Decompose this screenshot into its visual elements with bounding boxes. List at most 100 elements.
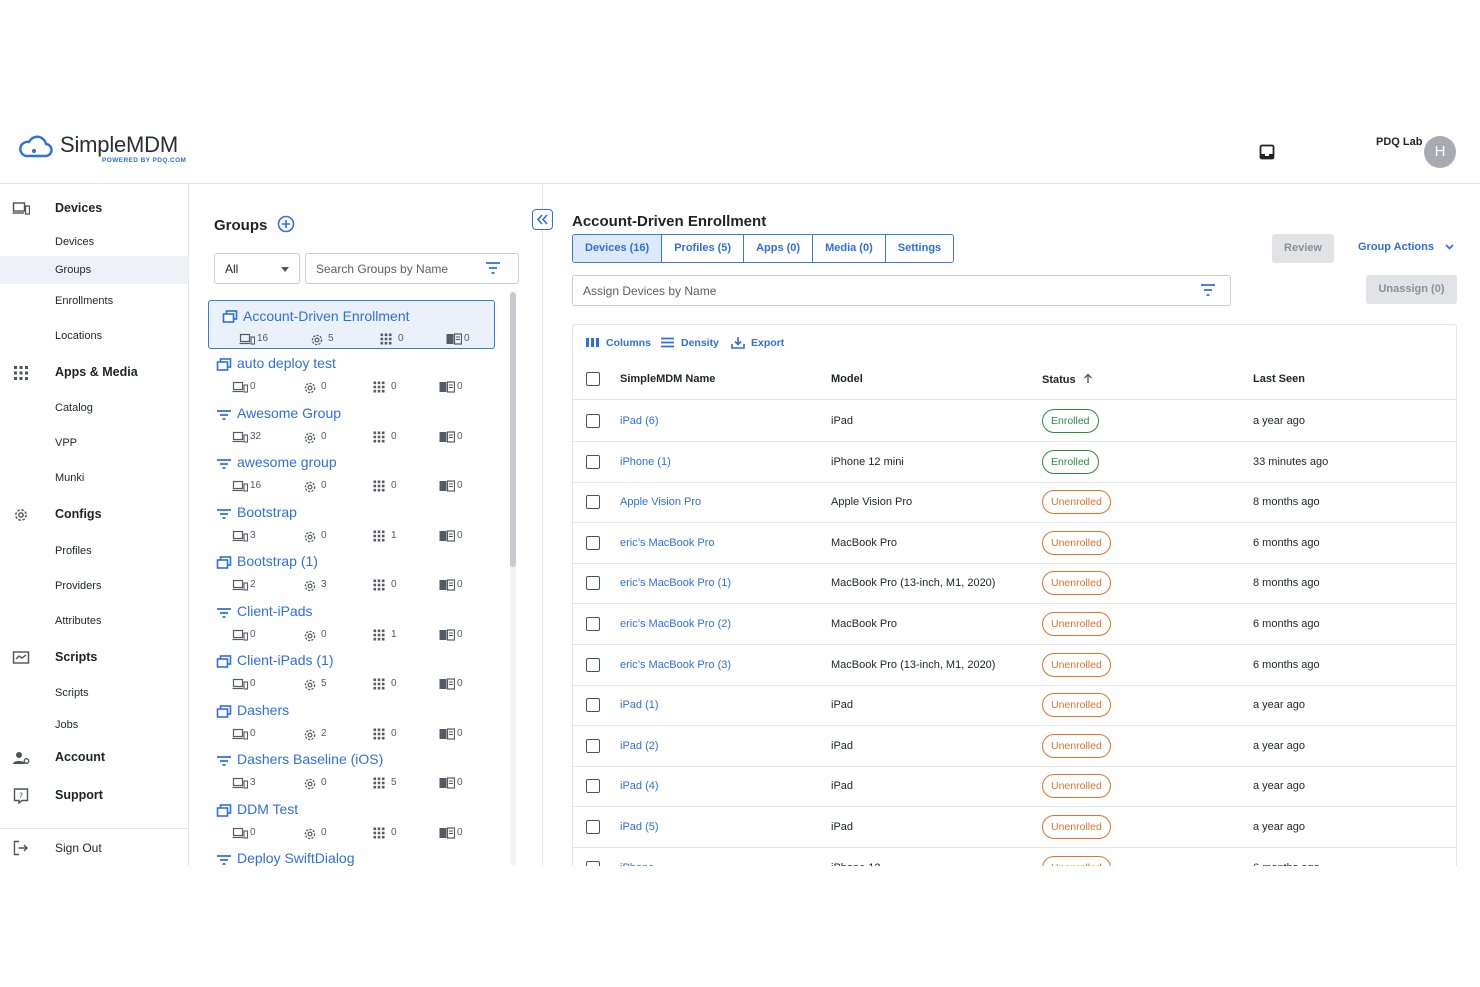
- filter-icon[interactable]: [486, 262, 500, 274]
- columns-label: Columns: [606, 337, 651, 349]
- column-header-status[interactable]: Status: [1042, 373, 1093, 386]
- row-checkbox[interactable]: [586, 779, 600, 794]
- device-name-link[interactable]: iPad (1): [620, 699, 659, 711]
- table-row[interactable]: iPad (6) iPad Enrolled a year ago: [573, 401, 1456, 442]
- sidebar-item-providers[interactable]: Providers: [0, 572, 188, 600]
- device-name-link[interactable]: iPad (5): [620, 821, 659, 833]
- group-list-item[interactable]: Dashers 0 2 0 0: [208, 697, 495, 746]
- device-name-link[interactable]: iPhone (1): [620, 456, 671, 468]
- simplemdm-logo[interactable]: SimpleMDM POWERED BY PDQ.COM: [18, 132, 188, 168]
- table-row[interactable]: eric’s MacBook Pro MacBook Pro Unenrolled 6…: [573, 523, 1456, 564]
- sidebar-item-groups[interactable]: Groups: [0, 256, 188, 284]
- user-avatar[interactable]: H: [1424, 136, 1456, 168]
- table-row[interactable]: iPad (4) iPad Unenrolled a year ago: [573, 766, 1456, 808]
- assign-devices-input[interactable]: [583, 282, 1143, 300]
- table-row[interactable]: eric’s MacBook Pro (1) MacBook Pro (13-in…: [573, 563, 1456, 605]
- sidebar-section-apps-media[interactable]: Apps & Media: [0, 358, 189, 386]
- column-header-name[interactable]: SimpleMDM Name: [620, 373, 715, 385]
- table-row[interactable]: iPad (5) iPad Unenrolled a year ago: [573, 807, 1456, 848]
- group-list-item[interactable]: awesome group 16 0 0 0: [208, 449, 495, 498]
- device-name-link[interactable]: eric’s MacBook Pro: [620, 537, 715, 549]
- devices-table: Columns Density Export SimpleMDM Name Mo…: [572, 324, 1457, 866]
- sidebar-item-munki[interactable]: Munki: [0, 464, 188, 492]
- sidebar-item-vpp[interactable]: VPP: [0, 429, 188, 457]
- group-type-select[interactable]: All: [214, 253, 300, 284]
- groups-scrollbar-thumb[interactable]: [510, 292, 516, 567]
- row-checkbox[interactable]: [586, 738, 600, 753]
- assign-devices-field[interactable]: [572, 275, 1231, 306]
- row-checkbox[interactable]: [586, 414, 600, 428]
- row-checkbox[interactable]: [586, 535, 600, 550]
- select-all-checkbox[interactable]: [586, 372, 600, 386]
- gear-icon: [15, 509, 27, 521]
- device-name-link[interactable]: iPhone: [620, 862, 654, 866]
- sidebar-section-account[interactable]: Account: [0, 743, 189, 771]
- device-name-link[interactable]: eric’s MacBook Pro (3): [620, 659, 731, 671]
- group-search-input[interactable]: [316, 260, 476, 278]
- sidebar-section-support[interactable]: ? Support: [0, 781, 189, 809]
- row-checkbox[interactable]: [586, 860, 600, 866]
- sidebar-item-enrollments[interactable]: Enrollments: [0, 287, 188, 315]
- device-name-link[interactable]: Apple Vision Pro: [620, 496, 701, 508]
- sidebar-item-devices[interactable]: Devices: [0, 228, 188, 256]
- group-list-item[interactable]: Dashers Baseline (iOS) 3 0 5 0: [208, 746, 495, 795]
- group-list-item[interactable]: Client-iPads 0 0 1 0: [208, 598, 495, 647]
- tab-apps[interactable]: Apps (0): [744, 235, 814, 262]
- row-checkbox[interactable]: [586, 617, 600, 631]
- filter-icon[interactable]: [1201, 284, 1215, 296]
- group-actions-menu[interactable]: Group Actions: [1358, 241, 1454, 253]
- sign-out-button[interactable]: Sign Out: [0, 834, 188, 862]
- sidebar-item-jobs[interactable]: Jobs: [0, 711, 188, 739]
- group-name: auto deploy test: [237, 355, 336, 371]
- sidebar-section-configs[interactable]: Configs: [0, 500, 189, 528]
- sidebar-item-attributes[interactable]: Attributes: [0, 607, 188, 635]
- add-group-icon[interactable]: [277, 215, 295, 233]
- device-name-link[interactable]: iPad (6): [620, 415, 659, 427]
- last-seen: 8 months ago: [1253, 577, 1320, 590]
- table-row[interactable]: iPhone iPhone 12 Unenrolled 6 months ago: [573, 848, 1456, 866]
- sidebar-item-profiles[interactable]: Profiles: [0, 537, 188, 565]
- table-row[interactable]: Apple Vision Pro Apple Vision Pro Unenroll…: [573, 482, 1456, 524]
- table-row[interactable]: eric’s MacBook Pro (2) MacBook Pro Unenrol…: [573, 604, 1456, 645]
- tab-settings[interactable]: Settings: [885, 235, 954, 262]
- inbox-icon[interactable]: [1259, 144, 1275, 160]
- group-list-item[interactable]: Client-iPads (1) 0 5 0 0: [208, 647, 495, 696]
- tab-media[interactable]: Media (0): [813, 235, 886, 262]
- sidebar-item-scripts[interactable]: Scripts: [0, 679, 188, 707]
- row-checkbox[interactable]: [586, 698, 600, 713]
- tab-profiles[interactable]: Profiles (5): [662, 235, 745, 262]
- column-header-last-seen[interactable]: Last Seen: [1253, 373, 1305, 385]
- device-name-link[interactable]: eric’s MacBook Pro (1): [620, 577, 731, 589]
- device-name-link[interactable]: iPad (4): [620, 780, 659, 792]
- row-checkbox[interactable]: [586, 576, 600, 591]
- row-checkbox[interactable]: [586, 454, 600, 469]
- group-list-item[interactable]: Bootstrap 3 0 1 0: [208, 499, 495, 548]
- group-list-item[interactable]: Account-Driven Enrollment 16 5 0 0: [208, 300, 495, 349]
- organization-name[interactable]: PDQ Lab: [1376, 136, 1422, 148]
- row-checkbox[interactable]: [586, 495, 600, 510]
- group-search-field[interactable]: [305, 253, 519, 284]
- unassign-button[interactable]: Unassign (0): [1366, 275, 1457, 304]
- tab-devices[interactable]: Devices (16): [573, 235, 663, 262]
- row-checkbox[interactable]: [586, 820, 600, 834]
- device-name-link[interactable]: eric’s MacBook Pro (2): [620, 618, 731, 630]
- review-button[interactable]: Review: [1272, 234, 1334, 263]
- column-header-model[interactable]: Model: [831, 373, 863, 385]
- group-list-item[interactable]: auto deploy test 0 0 0 0: [208, 350, 495, 399]
- table-row[interactable]: eric’s MacBook Pro (3) MacBook Pro (13-in…: [573, 645, 1456, 686]
- sidebar-section-devices[interactable]: Devices: [0, 194, 189, 222]
- table-row[interactable]: iPad (1) iPad Unenrolled a year ago: [573, 685, 1456, 727]
- row-checkbox[interactable]: [586, 657, 600, 672]
- sidebar-item-locations[interactable]: Locations: [0, 322, 188, 350]
- sidebar-section-scripts[interactable]: Scripts: [0, 643, 189, 671]
- device-name-link[interactable]: iPad (2): [620, 740, 659, 752]
- sidebar-item-catalog[interactable]: Catalog: [0, 394, 188, 422]
- table-row[interactable]: iPad (2) iPad Unenrolled a year ago: [573, 726, 1456, 767]
- collapse-panel-button[interactable]: [532, 209, 553, 230]
- table-row[interactable]: iPhone (1) iPhone 12 mini Enrolled 33 minut…: [573, 442, 1456, 483]
- group-list-item[interactable]: Awesome Group 32 0 0 0: [208, 400, 495, 449]
- group-list-item[interactable]: Deploy SwiftDialog: [208, 845, 495, 866]
- group-list-item[interactable]: Bootstrap (1) 2 3 0 0: [208, 548, 495, 597]
- group-list-item[interactable]: DDM Test 0 0 0 0: [208, 796, 495, 845]
- scripts-icon: [12, 651, 30, 664]
